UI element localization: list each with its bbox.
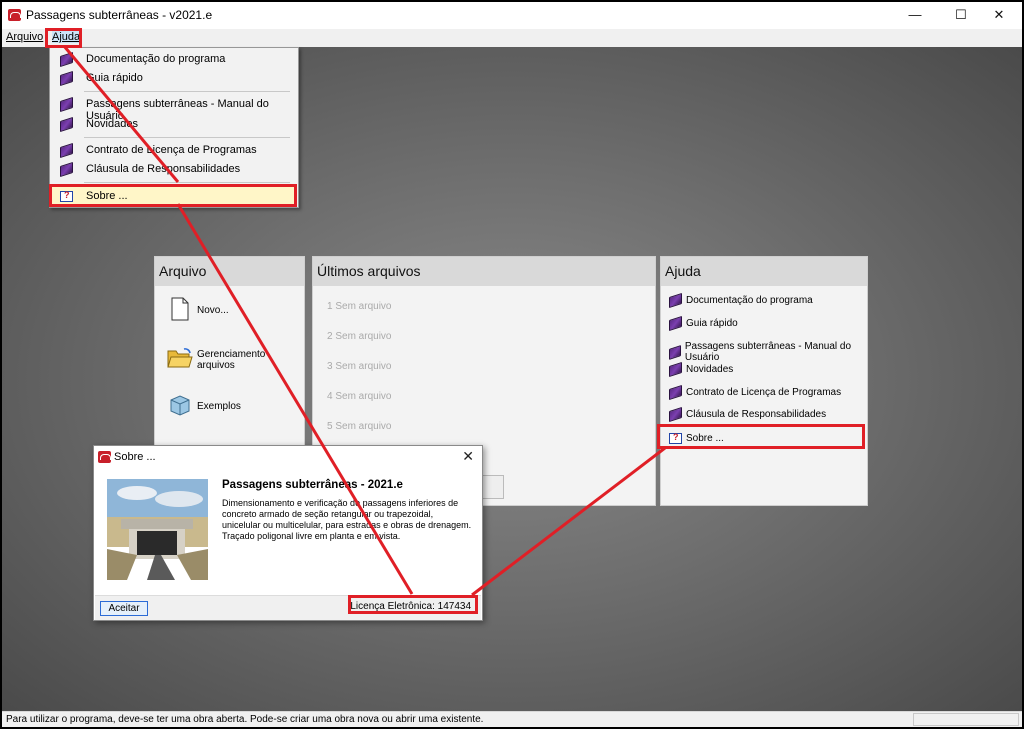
help-book-icon <box>60 142 73 159</box>
minimize-button[interactable]: — <box>892 2 938 28</box>
help-book-icon <box>669 344 681 360</box>
help-license-link[interactable]: Contrato de Licença de Programas <box>669 384 842 401</box>
dialog-footer: Aceitar Licença Eletrônica: 147434 <box>95 595 481 620</box>
recent-files-title: Últimos arquivos <box>313 257 655 286</box>
underpass-photo <box>107 479 208 580</box>
close-icon[interactable]: ✕ <box>462 448 474 465</box>
help-manual-link[interactable]: Passagens subterrâneas - Manual do Usuár… <box>669 341 867 363</box>
file-manager-item[interactable]: Gerenciamento arquivos <box>167 347 304 372</box>
recent-file-item[interactable]: 4 Sem arquivo <box>327 391 391 402</box>
ajuda-panel-title: Ajuda <box>661 257 867 286</box>
new-file-icon <box>167 297 193 324</box>
new-file-item[interactable]: Novo... <box>167 297 229 324</box>
help-book-icon <box>60 96 73 113</box>
recent-file-item[interactable]: 5 Sem arquivo <box>327 421 391 432</box>
help-manual-label: Passagens subterrâneas - Manual do Usuár… <box>684 341 852 363</box>
recent-file-item[interactable]: 1 Sem arquivo <box>327 301 391 312</box>
dropdown-separator <box>84 182 290 183</box>
dialog-title: Sobre ... <box>114 451 156 463</box>
dropdown-item-docs[interactable]: Documentação do programa <box>86 53 225 65</box>
help-license-label: Contrato de Licença de Programas <box>686 387 842 398</box>
examples-item[interactable]: Exemplos <box>167 393 241 420</box>
dialog-body: Passagens subterrâneas - 2021.e Dimensio… <box>95 469 481 595</box>
ajuda-panel: Ajuda Documentação do programa Guia rápi… <box>660 256 868 506</box>
dropdown-item-about[interactable]: Sobre ... <box>86 190 128 202</box>
accept-button[interactable]: Aceitar <box>100 601 148 616</box>
help-about-link[interactable]: Sobre ... <box>669 432 724 444</box>
examples-label: Exemplos <box>197 401 241 412</box>
dialog-heading: Passagens subterrâneas - 2021.e <box>222 479 403 491</box>
help-book-icon <box>669 384 682 401</box>
dropdown-separator <box>84 91 290 92</box>
app-window: Passagens subterrâneas - v2021.e — ☐ ✕ A… <box>2 2 1022 727</box>
recent-file-item[interactable]: 3 Sem arquivo <box>327 361 391 372</box>
examples-box-icon <box>167 393 193 420</box>
dropdown-item-disclaimer[interactable]: Cláusula de Responsabilidades <box>86 163 240 175</box>
help-book-icon <box>60 51 73 68</box>
about-dialog: Sobre ... ✕ Passagens subterrâneas - 202… <box>93 445 483 621</box>
ajuda-dropdown-menu: Documentação do programa Guia rápido Pas… <box>49 47 299 208</box>
help-book-icon <box>60 161 73 178</box>
menu-ajuda[interactable]: Ajuda <box>52 31 81 43</box>
dropdown-item-quickguide[interactable]: Guia rápido <box>86 72 143 84</box>
new-file-label: Novo... <box>197 305 229 316</box>
help-quickguide-label: Guia rápido <box>686 318 738 329</box>
help-news-label: Novidades <box>686 364 734 375</box>
file-manager-label: Gerenciamento arquivos <box>197 348 266 371</box>
about-icon <box>60 190 73 202</box>
status-text: Para utilizar o programa, deve-se ter um… <box>6 714 484 725</box>
menu-arquivo[interactable]: Arquivo <box>6 31 43 43</box>
help-book-icon <box>669 406 682 423</box>
help-book-icon <box>669 292 682 309</box>
recent-panel-button[interactable] <box>480 475 504 499</box>
close-button[interactable]: ✕ <box>976 2 1022 28</box>
help-quickguide-link[interactable]: Guia rápido <box>669 315 738 332</box>
help-docs-label: Documentação do programa <box>686 295 813 306</box>
help-book-icon <box>669 361 682 378</box>
help-disclaimer-label: Cláusula de Responsabilidades <box>686 409 827 420</box>
open-folder-icon <box>167 347 193 372</box>
about-icon <box>669 432 682 444</box>
app-icon <box>8 9 21 21</box>
status-bar: Para utilizar o programa, deve-se ter um… <box>2 711 1022 727</box>
dropdown-item-license[interactable]: Contrato de Licença de Programas <box>86 144 257 156</box>
arquivo-panel-title: Arquivo <box>155 257 304 286</box>
license-label: Licença Eletrônica: 147434 <box>350 601 471 612</box>
title-bar: Passagens subterrâneas - v2021.e — ☐ ✕ <box>2 2 1022 28</box>
help-news-link[interactable]: Novidades <box>669 361 734 378</box>
dropdown-item-news[interactable]: Novidades <box>86 118 138 130</box>
help-docs-link[interactable]: Documentação do programa <box>669 292 813 309</box>
help-about-label: Sobre ... <box>686 433 724 444</box>
status-pane <box>913 713 1019 726</box>
window-title: Passagens subterrâneas - v2021.e <box>26 8 213 22</box>
recent-file-item[interactable]: 2 Sem arquivo <box>327 331 391 342</box>
app-icon <box>98 451 111 463</box>
menu-bar: Arquivo Ajuda <box>2 29 1022 47</box>
dialog-description: Dimensionamento e verificação de passage… <box>222 498 472 541</box>
dropdown-separator <box>84 137 290 138</box>
help-disclaimer-link[interactable]: Cláusula de Responsabilidades <box>669 406 827 423</box>
help-book-icon <box>60 116 73 133</box>
help-book-icon <box>60 70 73 87</box>
help-book-icon <box>669 315 682 332</box>
